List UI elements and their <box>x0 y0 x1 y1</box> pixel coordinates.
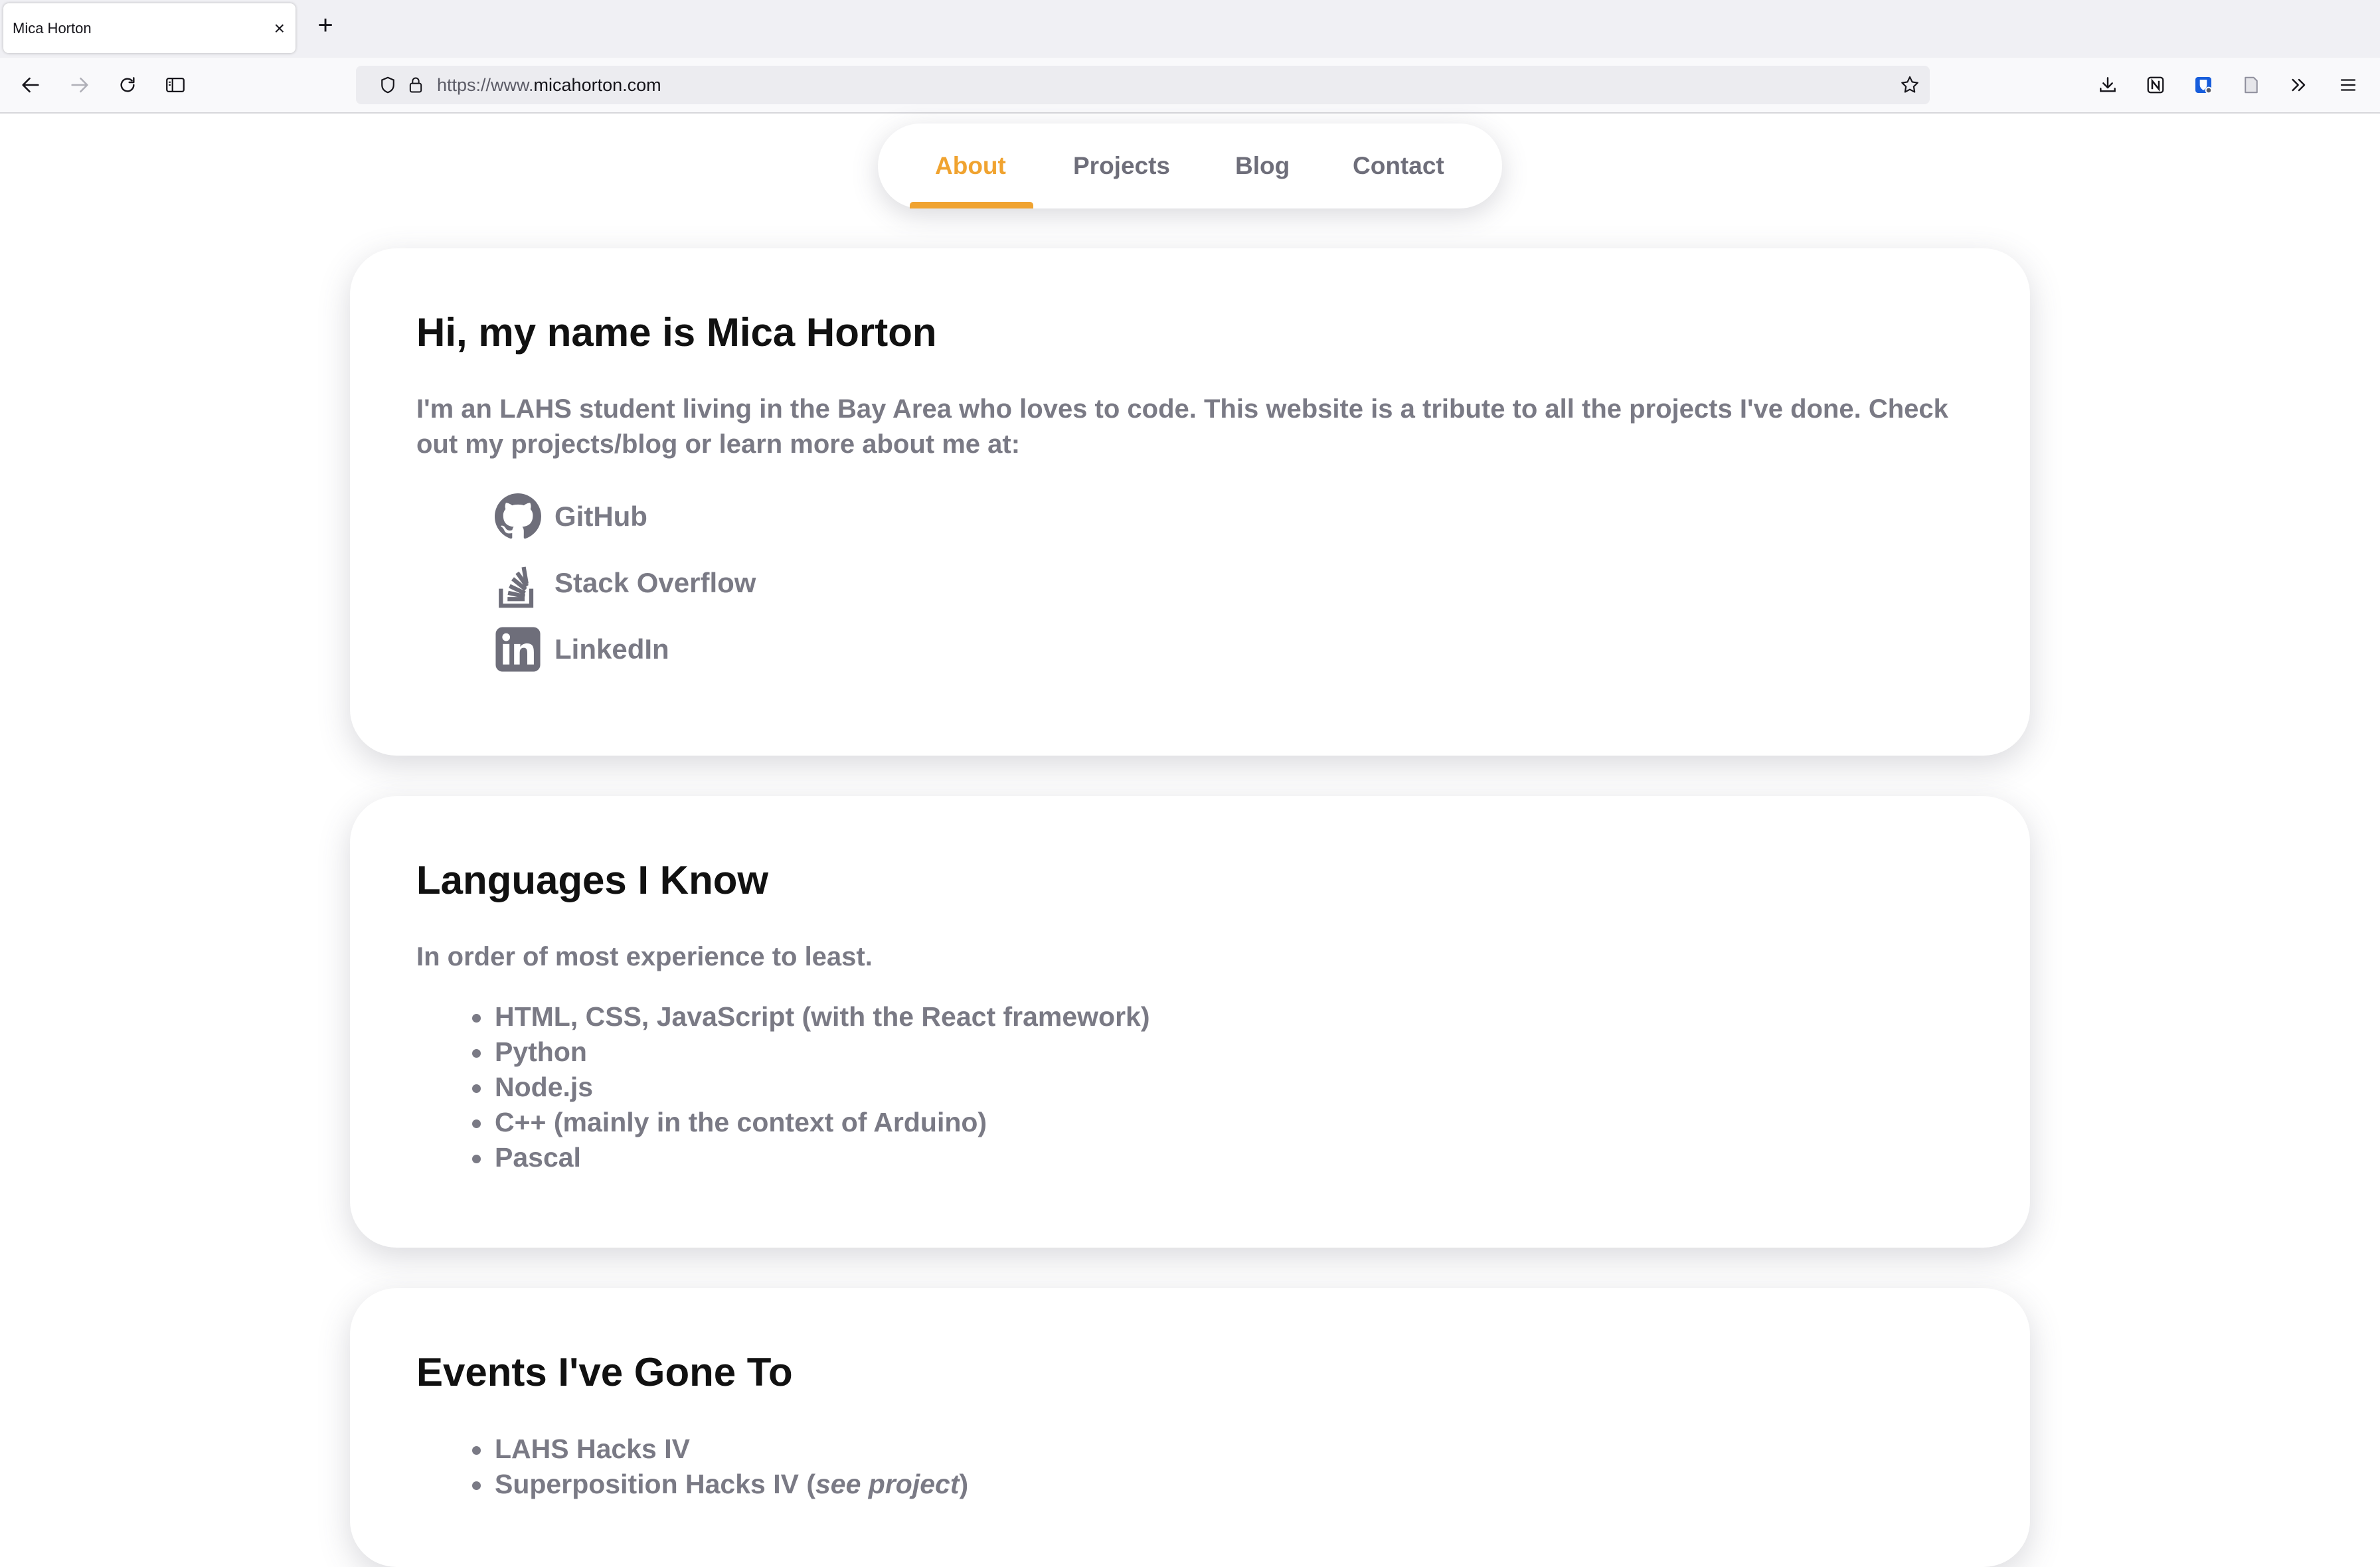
downloads-icon[interactable] <box>2089 58 2126 112</box>
list-item: Python <box>416 1034 1150 1070</box>
linkedin-link[interactable]: LinkedIn <box>495 623 669 676</box>
event-name: LAHS Hacks IV <box>495 1434 690 1464</box>
stack-overflow-icon <box>495 556 544 610</box>
bookmark-star-icon[interactable] <box>1895 66 1924 104</box>
languages-subtitle: In order of most experience to least. <box>416 942 873 971</box>
event-name: Superposition Hacks IV ( <box>495 1469 815 1499</box>
url-text[interactable]: https://www.micahorton.com <box>437 66 661 104</box>
nav-about[interactable]: About <box>935 124 1006 208</box>
nav-blog[interactable]: Blog <box>1235 124 1290 208</box>
list-item: HTML, CSS, JavaScript (with the React fr… <box>416 999 1150 1034</box>
event-suffix: ) <box>959 1469 969 1499</box>
stack-overflow-link[interactable]: Stack Overflow <box>495 556 756 610</box>
list-item: C++ (mainly in the context of Arduino) <box>416 1105 1150 1140</box>
site-nav: About Projects Blog Contact <box>878 124 1502 208</box>
forward-icon[interactable] <box>61 58 98 112</box>
browser-tab[interactable]: Mica Horton × <box>3 3 296 53</box>
tab-strip: Mica Horton × + <box>0 0 2380 58</box>
browser-toolbar: https://www.micahorton.com <box>0 58 2380 114</box>
nav-contact[interactable]: Contact <box>1353 124 1444 208</box>
events-heading: Events I've Gone To <box>416 1350 793 1394</box>
list-item: Node.js <box>416 1070 1150 1105</box>
list-item: Superposition Hacks IV (see project) <box>416 1467 968 1502</box>
tab-close-icon[interactable]: × <box>274 3 285 53</box>
see-project-link[interactable]: see project <box>815 1469 960 1499</box>
url-bar[interactable]: https://www.micahorton.com <box>356 66 1930 104</box>
list-item: LAHS Hacks IV <box>416 1432 968 1467</box>
languages-card: Languages I Know In order of most experi… <box>350 796 2030 1248</box>
back-icon[interactable] <box>12 58 49 112</box>
github-icon <box>495 490 544 543</box>
new-tab-button[interactable]: + <box>312 12 339 39</box>
languages-list: HTML, CSS, JavaScript (with the React fr… <box>416 999 1150 1175</box>
nav-projects[interactable]: Projects <box>1073 124 1170 208</box>
url-host: micahorton.com <box>533 75 661 95</box>
sidebar-icon[interactable] <box>157 58 194 112</box>
list-item: Pascal <box>416 1140 1150 1175</box>
about-intro: I'm an LAHS student living in the Bay Ar… <box>416 394 1948 459</box>
linkedin-label: LinkedIn <box>554 633 669 665</box>
events-card: Events I've Gone To LAHS Hacks IV Superp… <box>350 1288 2030 1567</box>
reader-extension-icon[interactable] <box>2233 58 2270 112</box>
linkedin-icon <box>495 623 544 676</box>
lock-icon[interactable] <box>401 66 430 104</box>
bitwarden-extension-icon[interactable] <box>2185 58 2222 112</box>
hamburger-menu-icon[interactable] <box>2330 58 2367 112</box>
about-card: Hi, my name is Mica Horton I'm an LAHS s… <box>350 248 2030 756</box>
more-tools-chevron-icon[interactable] <box>2280 58 2318 112</box>
tracking-shield-icon[interactable] <box>373 66 402 104</box>
reload-icon[interactable] <box>109 58 146 112</box>
notion-extension-icon[interactable] <box>2137 58 2174 112</box>
languages-heading: Languages I Know <box>416 858 769 902</box>
url-prefix: https://www. <box>437 75 534 95</box>
github-label: GitHub <box>554 501 647 532</box>
github-link[interactable]: GitHub <box>495 490 647 543</box>
tab-title: Mica Horton <box>13 20 92 37</box>
active-tab-indicator <box>910 202 1033 208</box>
events-list: LAHS Hacks IV Superposition Hacks IV (se… <box>416 1432 968 1502</box>
stack-overflow-label: Stack Overflow <box>554 567 756 598</box>
about-heading: Hi, my name is Mica Horton <box>416 310 937 355</box>
